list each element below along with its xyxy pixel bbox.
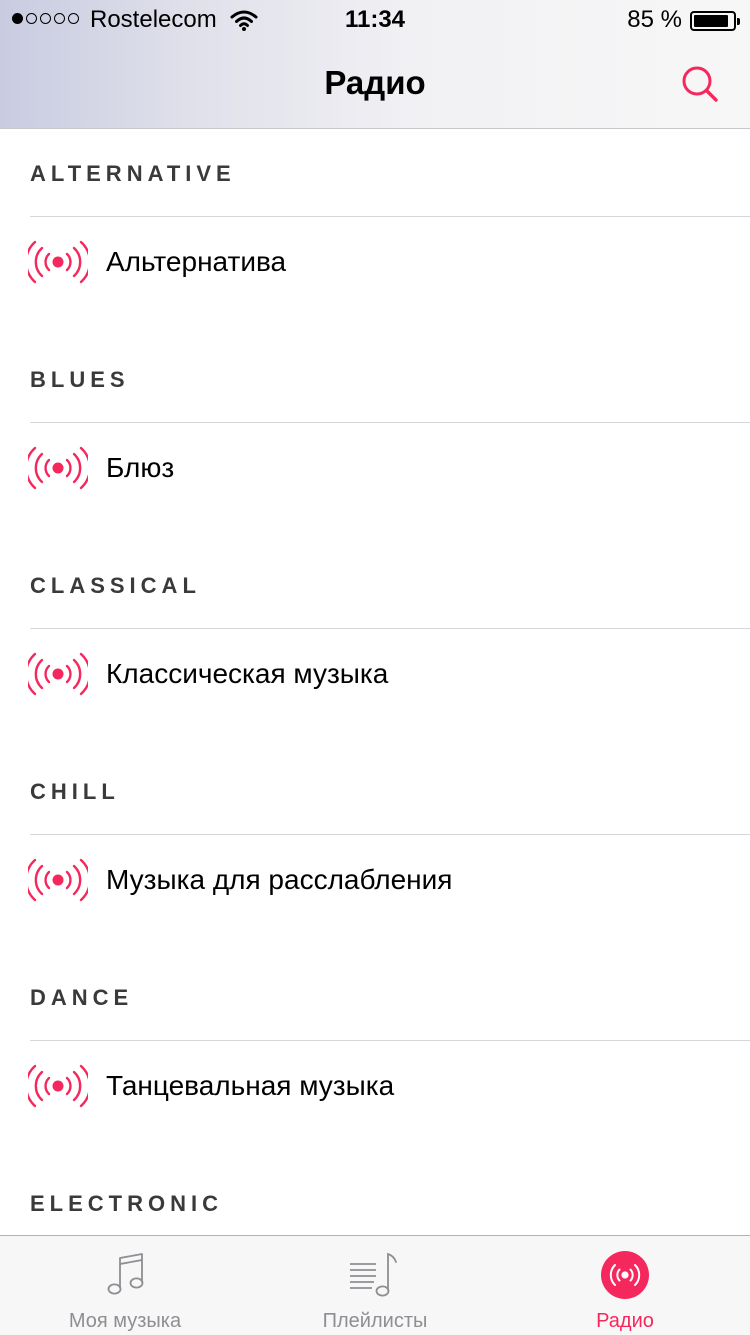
station-row[interactable]: Альтернатива: [0, 217, 750, 309]
radio-icon: [601, 1251, 649, 1299]
battery-percent: 85 %: [627, 6, 682, 33]
genre-section: DANCE Танцевальная музыка: [0, 953, 750, 1159]
genre-section: ELECTRONIC: [0, 1159, 750, 1235]
top-bar: Rostelecom 11:34 85 % Радио: [0, 0, 750, 129]
tab-label: Радио: [596, 1310, 654, 1332]
radio-broadcast-icon: [28, 652, 88, 696]
section-header: ELECTRONIC: [30, 1191, 223, 1216]
section-header: ALTERNATIVE: [30, 161, 236, 186]
genre-section: BLUES Блюз: [0, 335, 750, 541]
playlist-icon: [350, 1252, 397, 1297]
station-name: Блюз: [106, 452, 175, 483]
radio-broadcast-icon: [28, 240, 88, 284]
station-name: Альтернатива: [106, 246, 287, 277]
battery-icon: [690, 11, 740, 31]
station-name: Классическая музыка: [106, 658, 389, 689]
genre-section: CLASSICAL Классическая музыка: [0, 541, 750, 747]
station-row[interactable]: Классическая музыка: [0, 629, 750, 721]
station-row[interactable]: Танцевальная музыка: [0, 1041, 750, 1133]
tab-my-music[interactable]: Моя музыка: [0, 1236, 250, 1335]
status-bar: Rostelecom 11:34 85 %: [0, 0, 750, 40]
music-note-icon: [107, 1253, 144, 1295]
station-row[interactable]: Музыка для расслабления: [0, 835, 750, 927]
radio-broadcast-icon: [28, 1064, 88, 1108]
section-header: CLASSICAL: [30, 573, 201, 598]
search-icon[interactable]: [676, 62, 724, 106]
radio-broadcast-icon: [28, 858, 88, 902]
genre-section: CHILL Музыка для расслабления: [0, 747, 750, 953]
section-header: CHILL: [30, 779, 120, 804]
tab-playlists[interactable]: Плейлисты: [250, 1236, 500, 1335]
tab-label: Плейлисты: [322, 1310, 428, 1332]
genre-section: ALTERNATIVE Альтернатива: [0, 129, 750, 335]
section-header: BLUES: [30, 367, 130, 392]
page-title: Радио: [324, 64, 426, 101]
tab-bar: Моя музыка Плейлисты Радио: [0, 1235, 750, 1335]
tab-label: Моя музыка: [68, 1310, 182, 1332]
tab-radio[interactable]: Радио: [500, 1236, 750, 1335]
section-header: DANCE: [30, 985, 134, 1010]
station-row[interactable]: Блюз: [0, 423, 750, 515]
radio-broadcast-icon: [28, 446, 88, 490]
station-list: ALTERNATIVE Альтернатива BLUES Блюз CLAS…: [0, 129, 750, 1235]
station-name: Танцевальная музыка: [106, 1070, 395, 1101]
station-name: Музыка для расслабления: [106, 864, 453, 895]
